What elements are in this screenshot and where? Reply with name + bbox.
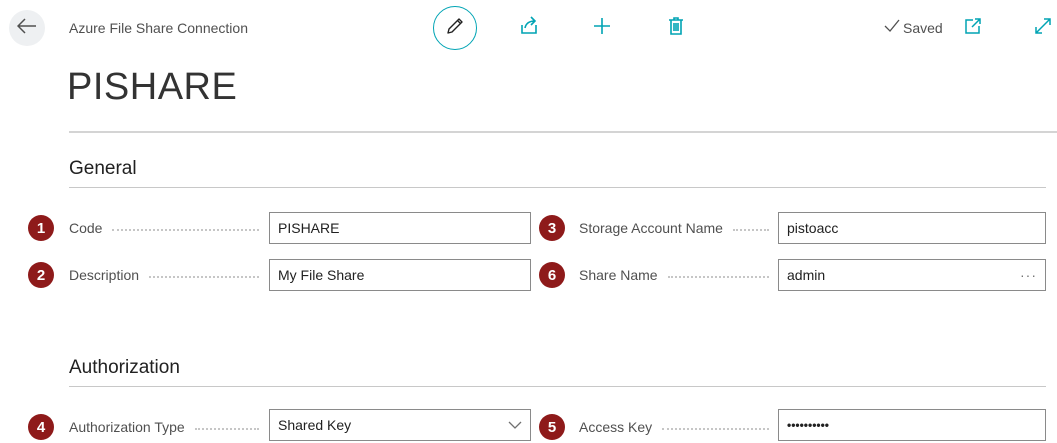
access-key-label: Access Key	[579, 419, 769, 435]
code-label-text: Code	[69, 220, 103, 236]
assist-edit-button[interactable]: ···	[1020, 267, 1037, 283]
expand-icon	[1034, 17, 1052, 40]
share-button[interactable]	[515, 14, 543, 42]
trash-icon	[667, 16, 685, 41]
popout-icon	[964, 17, 982, 40]
code-field[interactable]: PISHARE	[269, 212, 531, 244]
page-caption: Azure File Share Connection	[69, 20, 248, 36]
saved-status: Saved	[884, 19, 943, 36]
callout-badge-6: 6	[539, 262, 565, 288]
description-value: My File Share	[278, 267, 365, 283]
storage-account-field[interactable]: pistoacc	[778, 212, 1046, 244]
storage-account-value: pistoacc	[787, 220, 839, 236]
section-title-general[interactable]: General	[69, 158, 137, 180]
storage-account-label: Storage Account Name	[579, 220, 769, 236]
plus-icon	[592, 16, 612, 41]
popout-button[interactable]	[960, 15, 986, 41]
section-divider-authorization	[69, 386, 1046, 387]
pencil-icon	[445, 16, 465, 41]
auth-type-dropdown[interactable]: Shared Key	[269, 409, 531, 441]
back-arrow-icon	[16, 17, 37, 39]
code-value: PISHARE	[278, 220, 340, 236]
share-name-label-text: Share Name	[579, 267, 658, 283]
description-label: Description	[69, 267, 259, 283]
description-field[interactable]: My File Share	[269, 259, 531, 291]
section-title-authorization[interactable]: Authorization	[69, 357, 180, 379]
checkmark-icon	[884, 19, 900, 36]
callout-badge-2: 2	[28, 262, 54, 288]
description-label-text: Description	[69, 267, 140, 283]
expand-button[interactable]	[1030, 15, 1056, 41]
back-button[interactable]	[9, 10, 45, 46]
section-divider-general	[69, 187, 1046, 188]
share-name-value: admin	[787, 267, 826, 283]
auth-type-label: Authorization Type	[69, 419, 259, 435]
edit-button[interactable]	[433, 6, 477, 50]
callout-badge-5: 5	[539, 414, 565, 440]
auth-type-label-text: Authorization Type	[69, 419, 185, 435]
access-key-value: ••••••••••	[787, 418, 830, 432]
saved-label: Saved	[903, 19, 943, 36]
delete-button[interactable]	[662, 14, 690, 42]
share-name-field[interactable]: admin ···	[778, 259, 1046, 291]
access-key-label-text: Access Key	[579, 419, 653, 435]
callout-badge-3: 3	[539, 215, 565, 241]
share-name-label: Share Name	[579, 267, 769, 283]
callout-badge-1: 1	[28, 215, 54, 241]
header-divider	[69, 131, 1057, 133]
chevron-down-icon	[508, 421, 522, 429]
record-title: PISHARE	[67, 66, 238, 108]
access-key-field[interactable]: ••••••••••	[778, 409, 1046, 441]
auth-type-value: Shared Key	[278, 417, 352, 433]
share-icon	[519, 15, 539, 41]
storage-account-label-text: Storage Account Name	[579, 220, 723, 236]
new-button[interactable]	[588, 14, 616, 42]
code-label: Code	[69, 220, 259, 236]
callout-badge-4: 4	[28, 414, 54, 440]
